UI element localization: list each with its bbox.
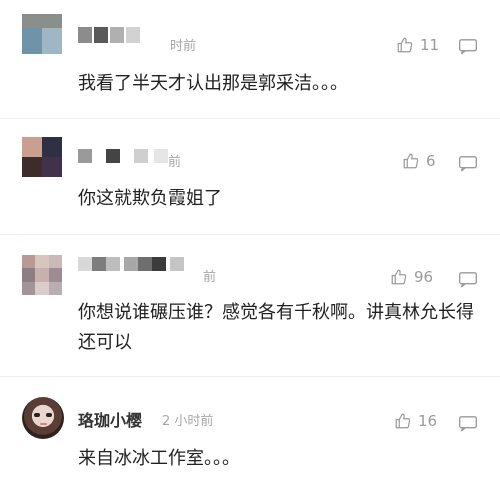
- thumbs-up-icon: [403, 153, 419, 169]
- like-count: 11: [420, 36, 440, 54]
- comment-time: 前: [168, 155, 182, 170]
- like-button[interactable]: 11: [396, 36, 439, 54]
- like-button[interactable]: 16: [394, 412, 437, 430]
- comment-bubble-icon[interactable]: [458, 415, 478, 432]
- username-redacted[interactable]: [78, 27, 158, 43]
- comment-bubble-icon[interactable]: [458, 271, 478, 288]
- like-count: 96: [414, 268, 434, 286]
- comment-text: 我看了半天才认出那是郭采洁。。。: [78, 73, 348, 94]
- comment-time: 2 小时前: [162, 414, 214, 429]
- avatar[interactable]: [22, 255, 62, 295]
- thumbs-up-icon: [395, 413, 411, 429]
- like-count: 16: [418, 412, 438, 430]
- comment-bubble-icon[interactable]: [458, 38, 478, 55]
- thumbs-up-icon: [391, 269, 407, 285]
- comment-item: 时前 11 我看了半天才认出那是郭采洁。。。: [0, 0, 500, 118]
- comment-time: 时前: [170, 39, 197, 54]
- like-button[interactable]: 96: [390, 268, 433, 286]
- avatar[interactable]: [22, 397, 64, 439]
- comment-text: 你这就欺负霞姐了: [78, 188, 222, 209]
- comment-time: 前: [203, 270, 217, 285]
- comment-text: 来自冰冰工作室。。。: [78, 448, 240, 469]
- avatar[interactable]: [22, 14, 62, 54]
- username[interactable]: 珞珈小樱: [78, 407, 142, 431]
- comment-item: 前 96 你想说谁碾压谁？感觉各有千秋啊。讲真林允长得还可以: [0, 235, 500, 375]
- comment-item: 前 6 你这就欺负霞姐了: [0, 119, 500, 234]
- comment-bubble-icon[interactable]: [458, 155, 478, 172]
- comment-item: 珞珈小樱 2 小时前 16 来自冰冰工作室。。。: [0, 377, 500, 502]
- username-redacted[interactable]: [78, 257, 203, 273]
- username-redacted[interactable]: [78, 149, 173, 165]
- like-button[interactable]: 6: [402, 152, 436, 170]
- comment-text: 你想说谁碾压谁？感觉各有千秋啊。讲真林允长得还可以: [78, 302, 474, 353]
- avatar[interactable]: [22, 137, 62, 177]
- thumbs-up-icon: [397, 37, 413, 53]
- like-count: 6: [426, 152, 436, 170]
